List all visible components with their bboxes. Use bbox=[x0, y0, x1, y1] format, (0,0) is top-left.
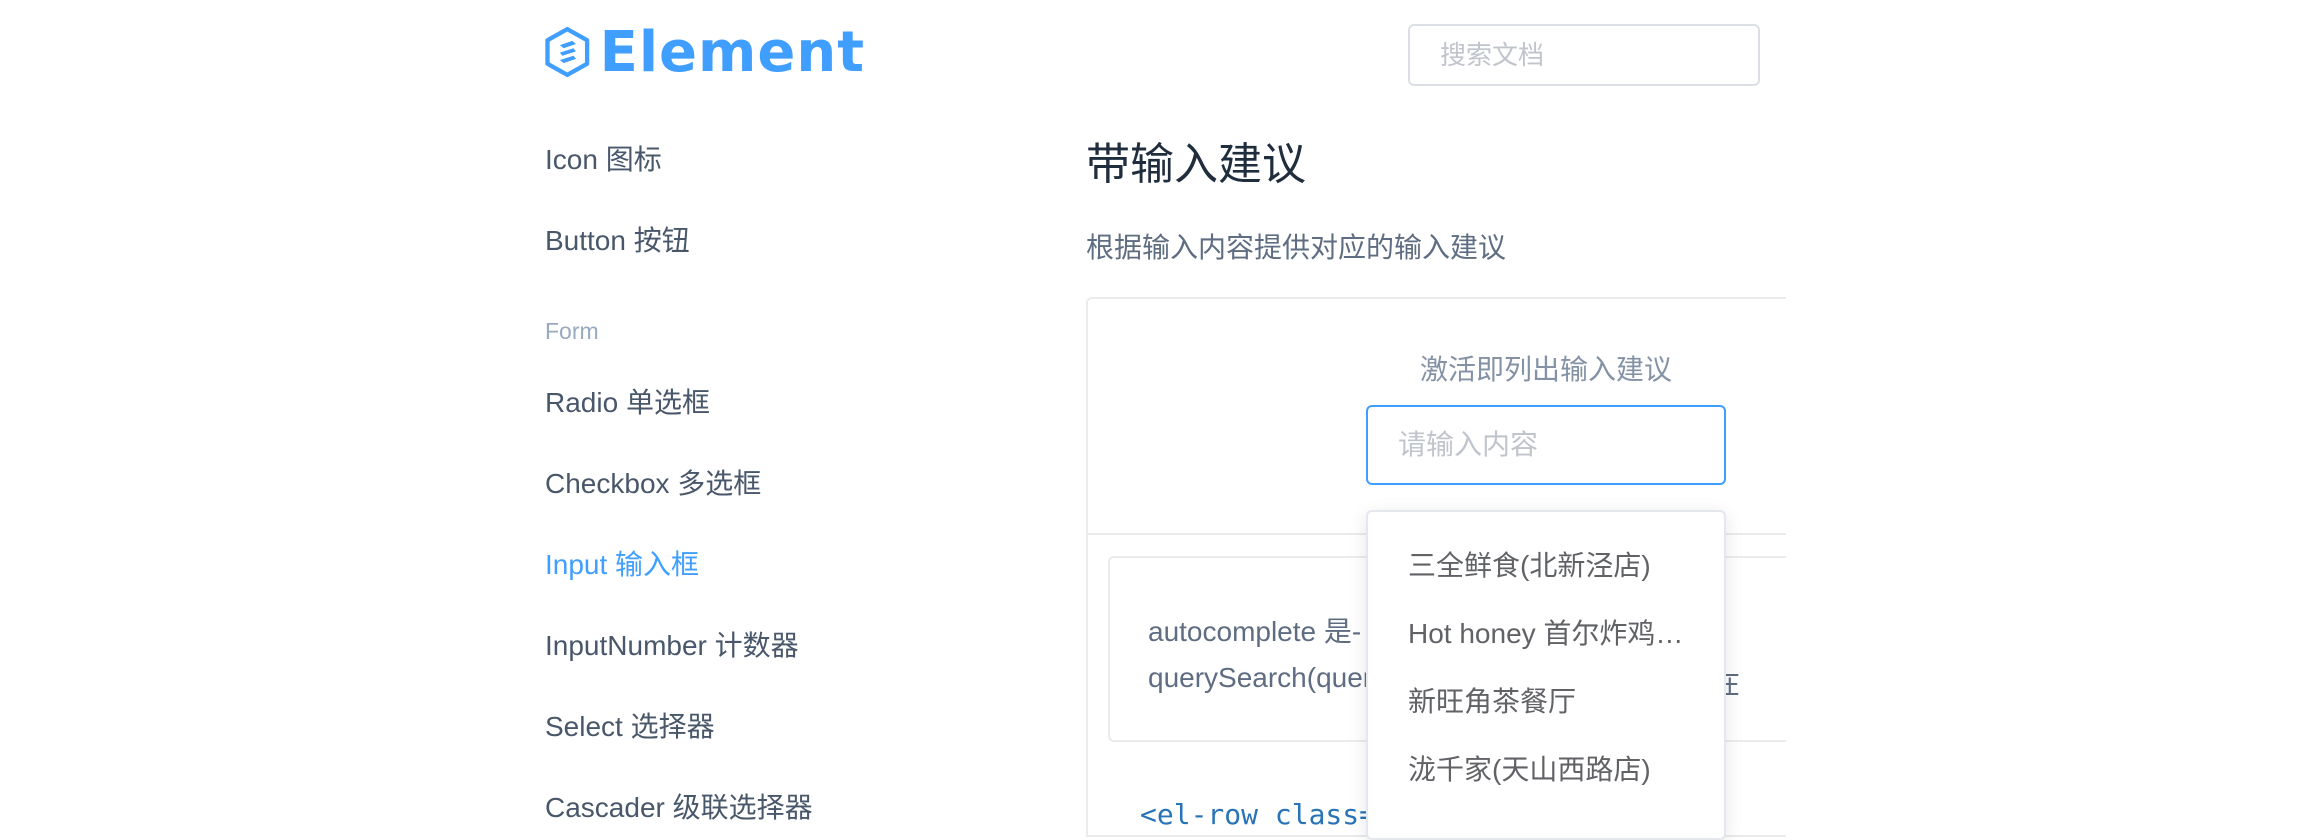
suggestion-item[interactable]: 泷千家(天山西路店) bbox=[1368, 736, 1724, 804]
sidebar-item-cascader[interactable]: Cascader 级联选择器 bbox=[545, 786, 813, 826]
sidebar-item-button[interactable]: Button 按钮 bbox=[545, 219, 690, 259]
blank-viewport-area bbox=[1786, 0, 2316, 816]
sidebar-item-icon[interactable]: Icon 图标 bbox=[545, 138, 662, 178]
autocomplete-suggestions: 三全鲜食(北新泾店) Hot honey 首尔炸鸡(仙霞路) 新旺角茶餐厅 泷千… bbox=[1366, 510, 1726, 840]
sidebar-group-form: Form bbox=[545, 318, 599, 344]
suggestion-item[interactable]: Hot honey 首尔炸鸡(仙霞路) bbox=[1368, 600, 1724, 668]
sidebar-item-input[interactable]: Input 输入框 bbox=[545, 543, 699, 583]
autocomplete-input[interactable] bbox=[1366, 405, 1726, 485]
search-docs-input[interactable] bbox=[1408, 24, 1760, 86]
section-title: 带输入建议 bbox=[1086, 140, 1306, 189]
description-line-2: querySearch(quer bbox=[1148, 662, 1373, 693]
demo-label: 激活即列出输入建议 bbox=[1420, 354, 1673, 385]
sidebar-item-radio[interactable]: Radio 单选框 bbox=[545, 381, 710, 421]
sidebar-item-select[interactable]: Select 选择器 bbox=[545, 705, 715, 745]
logo-text: Element bbox=[599, 19, 865, 85]
description-line-1: autocomplete 是- bbox=[1148, 616, 1362, 647]
sidebar-item-inputnumber[interactable]: InputNumber 计数器 bbox=[545, 624, 799, 664]
suggestion-item[interactable]: 新旺角茶餐厅 bbox=[1368, 668, 1724, 736]
element-logo[interactable]: Element bbox=[545, 10, 865, 94]
suggestion-item[interactable]: 三全鲜食(北新泾店) bbox=[1368, 532, 1724, 600]
section-description: 根据输入内容提供对应的输入建议 bbox=[1086, 232, 1507, 263]
sidebar-item-checkbox[interactable]: Checkbox 多选框 bbox=[545, 462, 761, 502]
element-logo-icon bbox=[545, 26, 590, 78]
